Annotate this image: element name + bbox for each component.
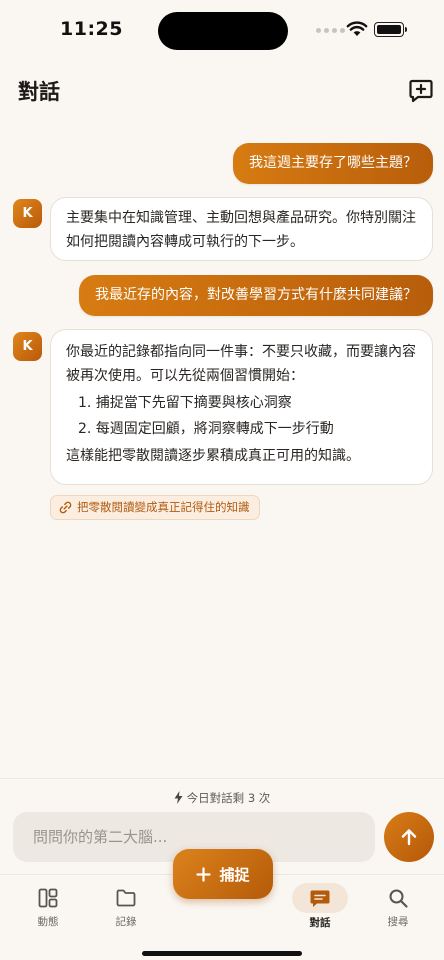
tab-label: 記錄: [115, 916, 137, 928]
tab-records[interactable]: 記錄: [96, 883, 156, 939]
dashboard-icon: [38, 888, 58, 908]
header: 對話: [0, 66, 444, 116]
home-indicator: [142, 951, 302, 956]
assistant-message: 你最近的記錄都指向同一件事：不要只收藏，而要讓內容被再次使用。可以先從兩個習慣開…: [50, 329, 433, 485]
assistant-message-outro: 這樣能把零散閱讀逐步累積成真正可用的知識。: [66, 448, 360, 464]
folder-icon: [116, 889, 136, 907]
assistant-message-text: 主要集中在知識管理、主動回想與產品研究。你特別關注如何把閱讀內容轉成可執行的下一…: [66, 210, 416, 250]
plus-icon: [196, 866, 212, 882]
tab-label: 對話: [309, 917, 331, 929]
assistant-avatar: K: [13, 199, 42, 228]
dynamic-island: [158, 12, 288, 50]
page-title: 對話: [18, 80, 60, 104]
quota-notice: 今日對話剩 3 次: [0, 790, 444, 806]
chat-icon: [310, 890, 330, 907]
source-chip[interactable]: 把零散閱讀變成真正記得住的知識: [50, 495, 260, 520]
user-message: 我最近存的內容，對改善學習方式有什麼共同建議？: [79, 275, 433, 316]
link-icon: [59, 501, 72, 514]
search-icon: [389, 889, 408, 908]
wifi-icon: [346, 21, 368, 36]
user-message: 我這週主要存了哪些主題？: [233, 143, 433, 184]
assistant-avatar: K: [13, 332, 42, 361]
tab-label: 搜尋: [387, 916, 409, 928]
tab-search[interactable]: 搜尋: [368, 883, 428, 939]
list-item: 1. 捕捉當下先留下摘要與核心洞察: [78, 395, 292, 411]
assistant-message: 主要集中在知識管理、主動回想與產品研究。你特別關注如何把閱讀內容轉成可執行的下一…: [50, 197, 433, 261]
active-tab-indicator: [292, 883, 348, 913]
bolt-icon: [174, 791, 183, 804]
assistant-message-intro: 你最近的記錄都指向同一件事：不要只收藏，而要讓內容被再次使用。可以先從兩個習慣開…: [66, 344, 416, 384]
source-chip-label: 把零散閱讀變成真正記得住的知識: [77, 500, 250, 514]
capture-button[interactable]: 捕捉: [173, 849, 273, 899]
quota-text: 今日對話剩 3 次: [186, 791, 271, 805]
tab-feed[interactable]: 動態: [18, 883, 78, 939]
send-button[interactable]: [384, 812, 434, 862]
tab-chat[interactable]: 對話: [290, 883, 350, 939]
cellular-signal-icon: [316, 28, 345, 33]
battery-icon: [374, 22, 407, 37]
list-item: 2. 每週固定回顧，將洞察轉成下一步行動: [78, 421, 334, 437]
new-chat-icon[interactable]: [408, 78, 434, 104]
suggestion-list: 1. 捕捉當下先留下摘要與核心洞察 2. 每週固定回顧，將洞察轉成下一步行動: [66, 392, 417, 440]
status-bar: 11:25: [0, 0, 444, 60]
arrow-up-icon: [401, 829, 417, 846]
status-time: 11:25: [60, 18, 123, 40]
capture-label: 捕捉: [219, 865, 250, 884]
tab-label: 動態: [37, 916, 59, 928]
